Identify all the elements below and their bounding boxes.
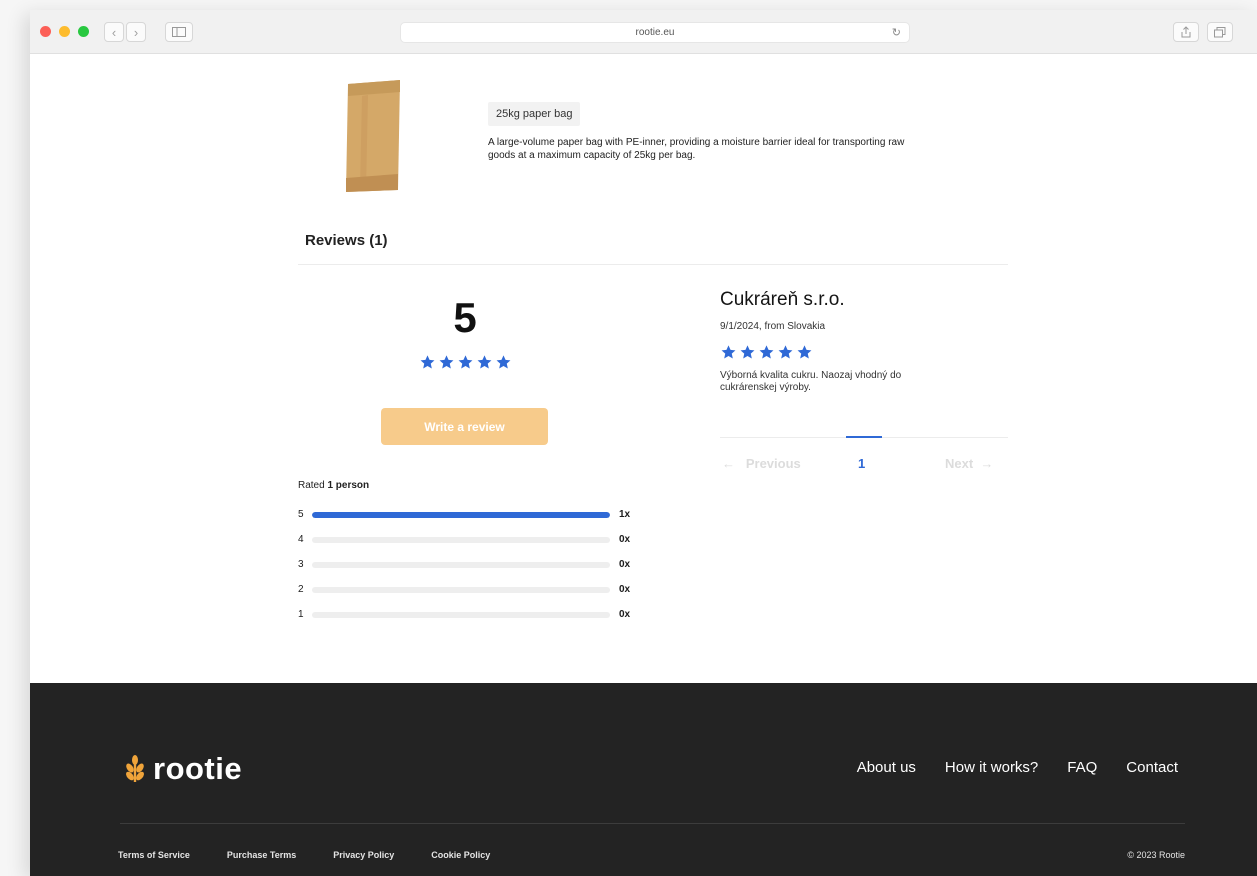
purchase-terms-link[interactable]: Purchase Terms: [227, 850, 296, 860]
distribution-row: 5 1x: [298, 502, 638, 527]
previous-label: Previous: [745, 456, 801, 471]
address-bar[interactable]: rootie.eu ↻: [400, 22, 910, 43]
average-rating: 5: [453, 294, 477, 341]
terms-of-service-link[interactable]: Terms of Service: [118, 850, 190, 860]
sidebar-icon: [172, 27, 186, 37]
distribution-count: 0x: [619, 534, 631, 545]
nav-faq[interactable]: FAQ: [1067, 759, 1097, 776]
privacy-policy-link[interactable]: Privacy Policy: [333, 850, 394, 860]
distribution-row: 3 0x: [298, 552, 638, 577]
tabs-button[interactable]: [1207, 22, 1233, 42]
nav-contact[interactable]: Contact: [1126, 759, 1178, 776]
page-1-button[interactable]: 1: [858, 456, 865, 471]
wheat-icon: [126, 755, 144, 782]
nav-how-it-works[interactable]: How it works?: [945, 759, 1038, 776]
forward-button[interactable]: ›: [126, 22, 146, 42]
chevron-left-icon: ‹: [111, 24, 117, 40]
distribution-bar: [312, 511, 610, 518]
distribution-bar-fill: [312, 511, 610, 518]
distribution-count: 1x: [619, 509, 631, 520]
distribution-stars: 3: [298, 559, 304, 570]
reload-icon[interactable]: ↻: [892, 26, 901, 39]
close-window-button[interactable]: [40, 26, 51, 37]
reviews-divider: [298, 264, 1008, 265]
star-icon: [439, 355, 453, 369]
star-icon: [458, 355, 472, 369]
window-controls: [40, 26, 89, 37]
distribution-bar: [312, 611, 610, 618]
maximize-window-button[interactable]: [78, 26, 89, 37]
share-icon: [1181, 26, 1191, 38]
distribution-row: 2 0x: [298, 577, 638, 602]
distribution-stars: 5: [298, 509, 304, 520]
star-icon: [420, 355, 434, 369]
chevron-right-icon: ›: [133, 24, 139, 40]
rated-prefix: Rated: [298, 480, 325, 491]
write-review-button[interactable]: Write a review: [381, 408, 548, 445]
rootie-logo[interactable]: rootie: [125, 751, 242, 787]
url-text: rootie.eu: [635, 27, 675, 38]
product-tag: 25kg paper bag: [488, 102, 581, 126]
arrow-right-icon: →: [980, 456, 994, 471]
distribution-bar: [312, 561, 610, 568]
distribution-row: 1 0x: [298, 602, 638, 627]
legal-links: Terms of Service Purchase Terms Privacy …: [118, 850, 490, 860]
star-icon: [721, 345, 736, 359]
page-content: 25kg paper bag A large-volume paper bag …: [30, 54, 1257, 876]
distribution-stars: 2: [298, 584, 304, 595]
footer-nav: About us How it works? FAQ Contact: [857, 759, 1178, 776]
star-icon: [740, 345, 755, 359]
review-stars: [720, 344, 813, 361]
tabs-icon: [1214, 26, 1226, 37]
sidebar-toggle-button[interactable]: [165, 22, 193, 42]
distribution-count: 0x: [619, 559, 631, 570]
distribution-stars: 4: [298, 534, 304, 545]
star-icon: [477, 355, 491, 369]
browser-window: ‹ › rootie.eu ↻ 25kg paper bag A large-v…: [30, 10, 1257, 876]
nav-about-us[interactable]: About us: [857, 759, 916, 776]
next-page-button[interactable]: Next →: [945, 456, 993, 471]
rated-persons: 1 person: [327, 480, 370, 491]
copyright: © 2023 Rootie: [1127, 850, 1185, 860]
star-icon: [496, 355, 510, 369]
share-button[interactable]: [1173, 22, 1199, 42]
rated-count: Rated 1 person: [298, 480, 369, 491]
distribution-bar: [312, 586, 610, 593]
review-text: Výborná kvalita cukru. Naozaj vhodný do …: [720, 370, 902, 393]
distribution-count: 0x: [619, 609, 631, 620]
previous-page-button[interactable]: ← Previous: [722, 456, 801, 471]
distribution-bar: [312, 536, 610, 543]
average-stars: [415, 354, 515, 371]
product-description: A large-volume paper bag with PE-inner, …: [488, 137, 905, 161]
distribution-count: 0x: [619, 584, 631, 595]
pagination-active-indicator: [846, 436, 882, 438]
star-icon: [759, 345, 774, 359]
brand-name: rootie: [153, 751, 243, 786]
rating-distribution: 5 1x 4 0x 3 0x 2 0x 1 0x: [298, 502, 638, 627]
next-label: Next: [945, 456, 974, 471]
star-icon: [797, 345, 812, 359]
review-meta: 9/1/2024, from Slovakia: [720, 321, 826, 332]
site-footer: rootie About us How it works? FAQ Contac…: [30, 683, 1257, 876]
browser-titlebar: ‹ › rootie.eu ↻: [30, 10, 1257, 54]
distribution-stars: 1: [298, 609, 304, 620]
star-icon: [778, 345, 793, 359]
review-author: Cukráreň s.r.o.: [720, 289, 845, 310]
arrow-left-icon: ←: [722, 456, 735, 471]
minimize-window-button[interactable]: [59, 26, 70, 37]
reviews-heading: Reviews (1): [305, 232, 388, 249]
distribution-row: 4 0x: [298, 527, 638, 552]
back-button[interactable]: ‹: [104, 22, 124, 42]
footer-divider: [120, 823, 1185, 824]
cookie-policy-link[interactable]: Cookie Policy: [431, 850, 490, 860]
paper-bag-image: [346, 80, 400, 192]
